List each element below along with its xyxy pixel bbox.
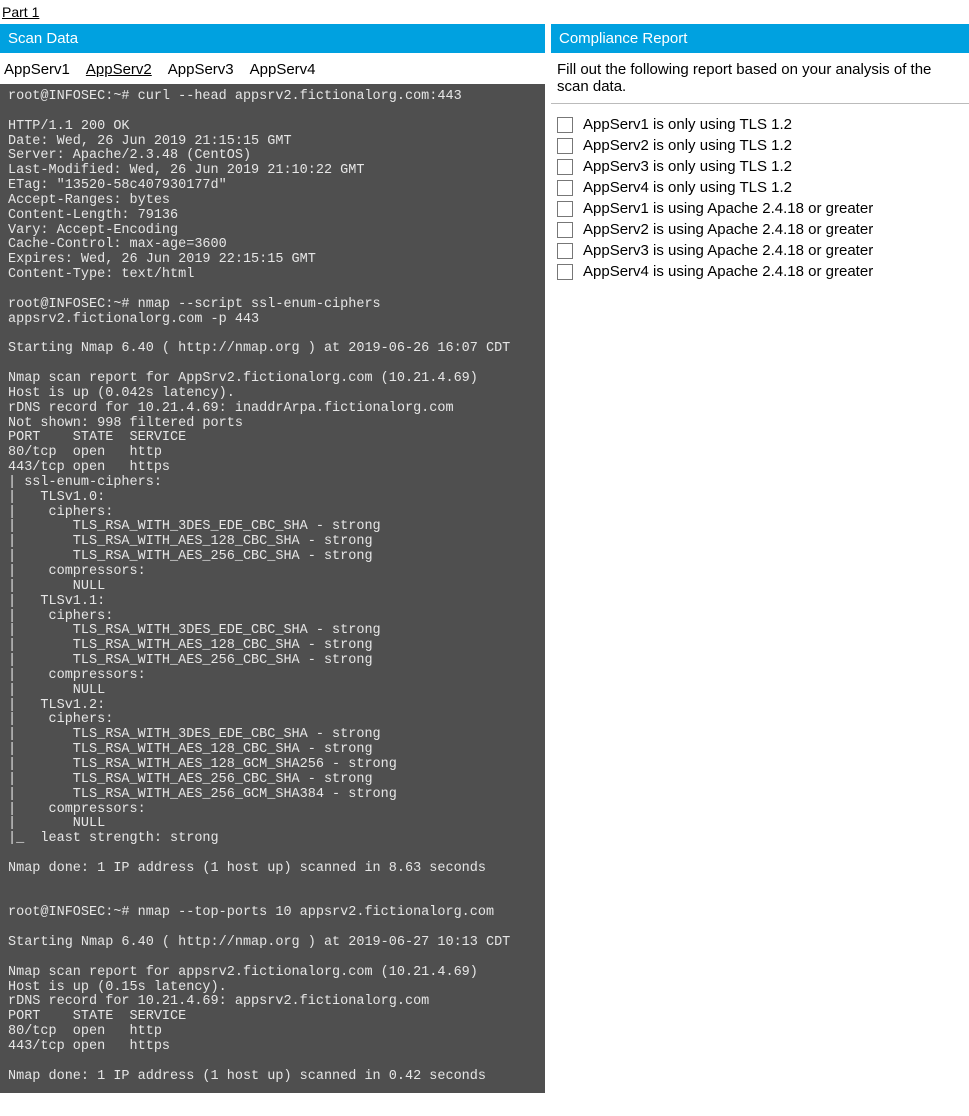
compliance-item: AppServ4 is using Apache 2.4.18 or great…	[557, 261, 963, 282]
compliance-item: AppServ2 is only using TLS 1.2	[557, 135, 963, 156]
compliance-checkbox[interactable]	[557, 159, 573, 175]
compliance-item-label: AppServ4 is using Apache 2.4.18 or great…	[583, 263, 873, 280]
compliance-item-label: AppServ2 is using Apache 2.4.18 or great…	[583, 221, 873, 238]
scan-data-panel: Scan Data AppServ1AppServ2AppServ3AppSer…	[0, 24, 545, 1093]
compliance-item-label: AppServ4 is only using TLS 1.2	[583, 179, 792, 196]
compliance-item: AppServ1 is using Apache 2.4.18 or great…	[557, 198, 963, 219]
scan-data-header: Scan Data	[0, 24, 545, 53]
compliance-item: AppServ3 is only using TLS 1.2	[557, 156, 963, 177]
compliance-instruction: Fill out the following report based on y…	[551, 53, 969, 104]
compliance-item: AppServ1 is only using TLS 1.2	[557, 114, 963, 135]
part-label: Part 1	[0, 0, 969, 24]
compliance-item-label: AppServ3 is only using TLS 1.2	[583, 158, 792, 175]
server-tabs: AppServ1 AppServ2 AppServ3 AppServ4	[0, 53, 545, 84]
compliance-item: AppServ4 is only using TLS 1.2	[557, 177, 963, 198]
compliance-panel: Compliance Report Fill out the following…	[551, 24, 969, 1093]
compliance-checkbox[interactable]	[557, 243, 573, 259]
tab-appserv4[interactable]: AppServ4	[250, 61, 316, 78]
compliance-checklist: AppServ1 is only using TLS 1.2 AppServ2 i…	[551, 104, 969, 292]
compliance-checkbox[interactable]	[557, 117, 573, 133]
main-columns: Scan Data AppServ1AppServ2AppServ3AppSer…	[0, 24, 969, 1093]
compliance-item-label: AppServ1 is only using TLS 1.2	[583, 116, 792, 133]
compliance-checkbox[interactable]	[557, 138, 573, 154]
compliance-checkbox[interactable]	[557, 222, 573, 238]
compliance-item: AppServ3 is using Apache 2.4.18 or great…	[557, 240, 963, 261]
compliance-checkbox[interactable]	[557, 201, 573, 217]
compliance-item-label: AppServ3 is using Apache 2.4.18 or great…	[583, 242, 873, 259]
tab-appserv3[interactable]: AppServ3	[168, 61, 234, 78]
compliance-checkbox[interactable]	[557, 180, 573, 196]
compliance-checkbox[interactable]	[557, 264, 573, 280]
compliance-item-label: AppServ1 is using Apache 2.4.18 or great…	[583, 200, 873, 217]
tab-appserv1[interactable]: AppServ1	[4, 61, 70, 78]
compliance-item-label: AppServ2 is only using TLS 1.2	[583, 137, 792, 154]
tab-appserv2[interactable]: AppServ2	[86, 61, 152, 78]
compliance-header: Compliance Report	[551, 24, 969, 53]
terminal-output: root@INFOSEC:~# curl --head appsrv2.fict…	[0, 84, 545, 1093]
compliance-item: AppServ2 is using Apache 2.4.18 or great…	[557, 219, 963, 240]
